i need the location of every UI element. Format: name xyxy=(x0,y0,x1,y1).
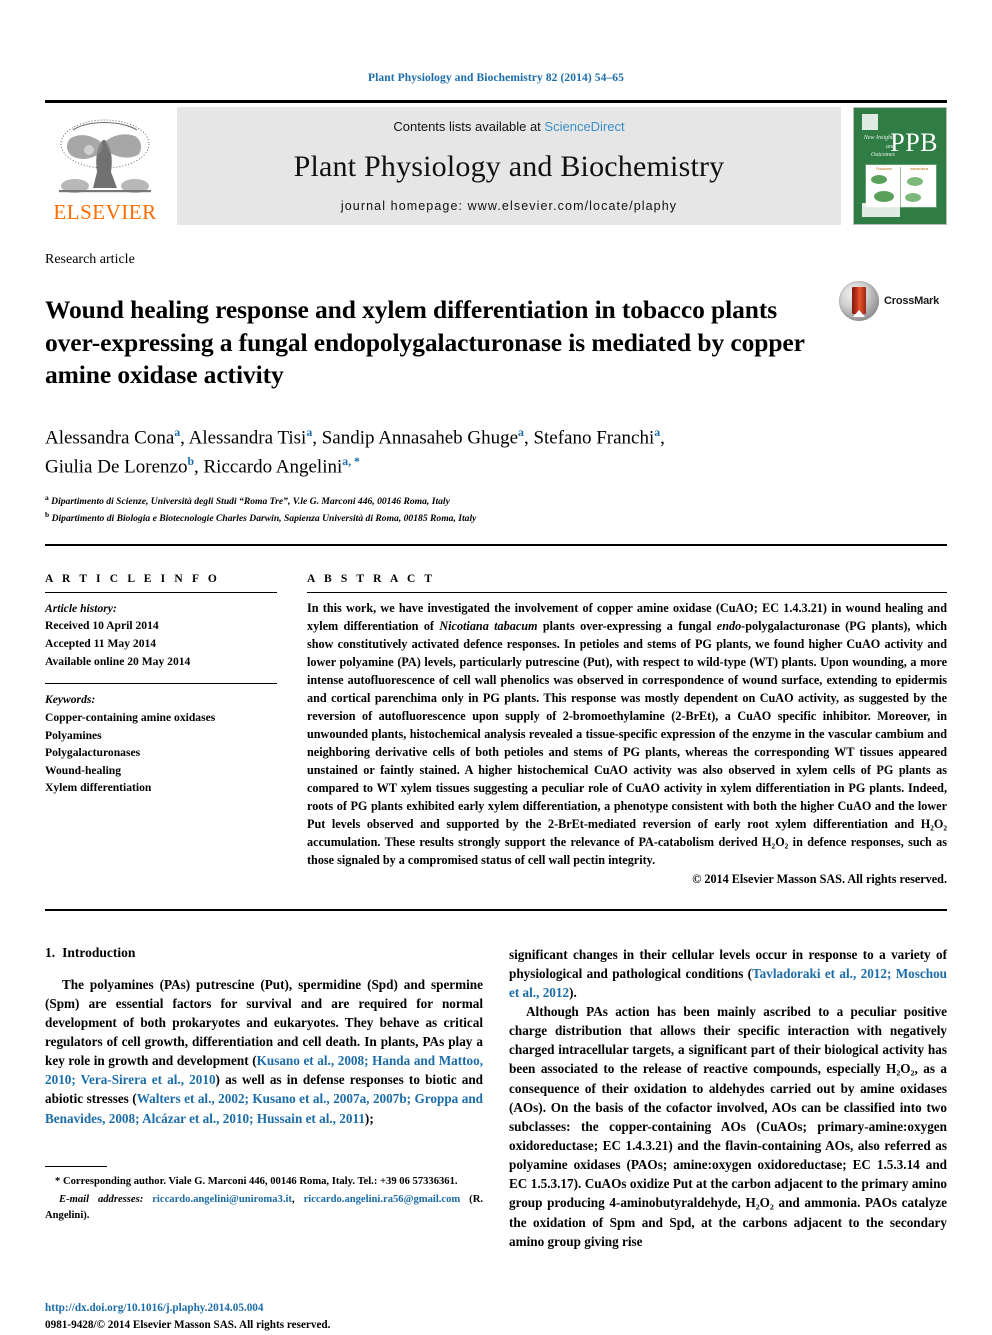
author-sep: , xyxy=(523,427,534,449)
contents-available-line: Contents lists available at ScienceDirec… xyxy=(393,119,624,134)
cover-elsevier-icon xyxy=(862,114,878,130)
body-column-right: significant changes in their cellular le… xyxy=(509,945,947,1335)
history-item: Available online 20 May 2014 xyxy=(45,654,191,668)
para-part: ). xyxy=(569,984,577,1000)
keywords-label: Keywords: xyxy=(45,693,96,707)
header-top-rule xyxy=(45,100,947,103)
page-title: Wound healing response and xylem differe… xyxy=(45,295,805,390)
abstract-species-name: Nicotiana tabacum xyxy=(439,618,538,633)
running-head: Plant Physiology and Biochemistry 82 (20… xyxy=(368,72,624,84)
affiliation-item: a Dipartimento di Scienze, Università de… xyxy=(45,492,947,510)
cover-footer-mark xyxy=(862,203,900,217)
cover-panel-left-label: Functions xyxy=(876,167,892,171)
keywords-block: Keywords: Copper-containing amine oxidas… xyxy=(45,691,277,797)
email-link-primary[interactable]: riccardo.angelini@uniroma3.it xyxy=(152,1194,292,1205)
author-sep: , xyxy=(660,427,665,449)
cover-ppb-title: PPB xyxy=(890,128,938,157)
article-info-column: A R T I C L E I N F O Article history: R… xyxy=(45,573,307,797)
history-item: Received 10 April 2014 xyxy=(45,619,159,633)
abstract-endo-italic: endo- xyxy=(716,618,746,633)
elsevier-wordmark: ELSEVIER xyxy=(53,200,157,224)
author-affiliation-mark: a, * xyxy=(342,454,360,468)
journal-header-band: ELSEVIER Contents lists available at Sci… xyxy=(45,107,947,225)
author-sep: , xyxy=(312,427,322,449)
author-name: Giulia De Lorenzo xyxy=(45,456,188,478)
abstract-heading: A B S T R A C T xyxy=(307,572,436,585)
journal-band-center: Contents lists available at ScienceDirec… xyxy=(177,107,841,225)
author-list: Alessandra Conaa, Alessandra Tisia, Sand… xyxy=(45,424,947,482)
article-info-rule xyxy=(45,591,277,593)
abstract-section-top-rule xyxy=(45,543,947,546)
corresponding-text: Corresponding author. Viale G. Marconi 4… xyxy=(62,1175,458,1187)
crossmark-label: CrossMark xyxy=(884,295,940,307)
affiliation-text: Dipartimento di Biologia e Biotecnologie… xyxy=(51,513,477,525)
title-row: Wound healing response and xylem differe… xyxy=(45,277,947,409)
intro-paragraph-right-2: Although PAs action has been mainly ascr… xyxy=(509,1004,947,1249)
crossmark-badge[interactable]: CrossMark xyxy=(839,277,947,321)
article-page: Plant Physiology and Biochemistry 82 (20… xyxy=(0,0,992,1331)
section-heading-introduction: 1. Introduction xyxy=(45,945,483,961)
para-part: ); xyxy=(364,1110,374,1126)
keyword-item: Xylem differentiation xyxy=(45,781,152,795)
footnote-block: * Corresponding author. Viale G. Marconi… xyxy=(45,1174,483,1224)
email-link-secondary[interactable]: riccardo.angelini.ra56@gmail.com xyxy=(304,1194,461,1205)
affiliation-list: a Dipartimento di Scienze, Università de… xyxy=(45,492,947,527)
abstract-column: A B S T R A C T In this work, we have in… xyxy=(307,573,947,887)
keyword-item: Polyamines xyxy=(45,728,102,742)
history-item: Accepted 11 May 2014 xyxy=(45,637,157,651)
affiliation-item: b Dipartimento di Biologia e Biotecnolog… xyxy=(45,509,947,527)
article-history-block: Article history: Received 10 April 2014 … xyxy=(45,600,277,670)
author-name: Sandip Annasaheb Ghuge xyxy=(321,427,519,449)
keywords-rule xyxy=(45,683,277,685)
issn-copyright-line: 0981-9428/© 2014 Elsevier Masson SAS. Al… xyxy=(45,1319,331,1332)
article-info-heading: A R T I C L E I N F O xyxy=(45,572,220,585)
journal-title: Plant Physiology and Biochemistry xyxy=(293,149,725,183)
intro-paragraph-right-1: significant changes in their cellular le… xyxy=(509,945,947,1002)
intro-paragraph-left: The polyamines (PAs) putrescine (Put), s… xyxy=(45,975,483,1128)
elsevier-logo: ELSEVIER xyxy=(45,107,165,225)
corresponding-mark: * xyxy=(55,1175,61,1187)
body-column-left: 1. Introduction The polyamines (PAs) putr… xyxy=(45,945,483,1335)
author-name: Alessandra Cona xyxy=(45,427,175,449)
affiliation-text: Dipartimento di Scienze, Università degl… xyxy=(51,495,450,507)
body-columns: 1. Introduction The polyamines (PAs) putr… xyxy=(45,945,947,1335)
author-name: Alessandra Tisi xyxy=(188,427,307,449)
author-sep: , xyxy=(194,456,204,478)
keyword-item: Polygalacturonases xyxy=(45,746,141,760)
author-name: Riccardo Angelini xyxy=(203,456,343,478)
section-number: 1. xyxy=(45,944,56,960)
section-title: Introduction xyxy=(62,944,136,960)
footer-block: http://dx.doi.org/10.1016/j.plaphy.2014.… xyxy=(45,1300,330,1335)
author-sep: , xyxy=(180,427,189,449)
abstract-part: polygalacturonase (PG plants), which sho… xyxy=(307,618,948,867)
contents-prefix: Contents lists available at xyxy=(393,119,541,134)
cover-figure-panel: Functions Interactions xyxy=(865,164,937,208)
abstract-copyright: © 2014 Elsevier Masson SAS. All rights r… xyxy=(692,871,947,886)
info-abstract-section: A R T I C L E I N F O Article history: R… xyxy=(45,573,947,887)
elsevier-tree-icon xyxy=(53,116,157,202)
abstract-text: In this work, we have investigated the i… xyxy=(307,600,947,870)
email-label: E-mail addresses: xyxy=(59,1193,144,1205)
keyword-item: Wound-healing xyxy=(45,763,122,777)
cover-panel-right-label: Interactions xyxy=(909,167,929,171)
abstract-section-bottom-rule xyxy=(45,908,947,911)
doi-link[interactable]: http://dx.doi.org/10.1016/j.plaphy.2014.… xyxy=(45,1300,330,1317)
journal-cover-thumbnail[interactable]: New Insights and Outcomes PPB Functions … xyxy=(853,107,947,225)
journal-homepage[interactable]: journal homepage: www.elsevier.com/locat… xyxy=(341,199,677,213)
footnote-separator xyxy=(45,1165,107,1167)
email-separator: , xyxy=(291,1193,304,1205)
corresponding-author-note: * Corresponding author. Viale G. Marconi… xyxy=(45,1174,483,1190)
abstract-rule xyxy=(307,591,947,593)
article-history-label: Article history: xyxy=(45,601,117,615)
author-name: Stefano Franchi xyxy=(533,427,655,449)
email-note: E-mail addresses: riccardo.angelini@unir… xyxy=(45,1192,483,1224)
keyword-item: Copper-containing amine oxidases xyxy=(45,710,216,724)
affiliation-mark: a xyxy=(45,492,49,502)
article-type-label: Research article xyxy=(45,252,135,267)
affiliation-mark: b xyxy=(45,510,50,520)
crossmark-icon xyxy=(839,281,879,321)
abstract-part: plants over-expressing a fungal xyxy=(537,618,717,633)
sciencedirect-link[interactable]: ScienceDirect xyxy=(544,119,624,134)
